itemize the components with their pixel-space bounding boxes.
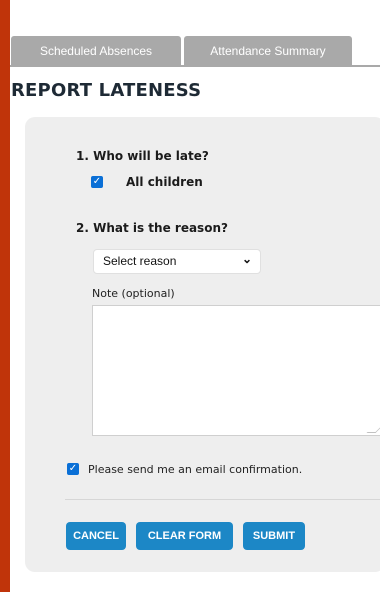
- email-confirmation-label: Please send me an email confirmation.: [88, 463, 303, 476]
- submit-button[interactable]: SUBMIT: [243, 522, 305, 550]
- tab-scheduled-absences[interactable]: Scheduled Absences: [11, 36, 181, 66]
- all-children-checkbox[interactable]: ✓: [91, 176, 103, 188]
- all-children-label: All children: [126, 175, 203, 189]
- lateness-form-card: 1. Who will be late? ✓ All children 2. W…: [25, 117, 380, 572]
- reason-select-value: Select reason: [103, 254, 177, 268]
- question-who-title: 1. Who will be late?: [76, 149, 209, 163]
- form-divider: [65, 499, 380, 500]
- resize-handle-icon[interactable]: [366, 424, 380, 433]
- tab-attendance-summary[interactable]: Attendance Summary: [184, 36, 352, 66]
- checkmark-icon: ✓: [68, 463, 78, 474]
- note-textarea[interactable]: [92, 305, 380, 436]
- email-confirmation-checkbox[interactable]: ✓: [67, 463, 79, 475]
- question-reason-title: 2. What is the reason?: [76, 221, 228, 235]
- note-label: Note (optional): [92, 287, 175, 300]
- cancel-button[interactable]: CANCEL: [66, 522, 126, 550]
- clear-form-button[interactable]: CLEAR FORM: [136, 522, 233, 550]
- chevron-down-icon: ⌄: [241, 252, 252, 266]
- checkmark-icon: ✓: [92, 176, 102, 187]
- tab-bar: Scheduled Absences Attendance Summary: [10, 36, 380, 66]
- report-lateness-panel: Scheduled Absences Attendance Summary RE…: [10, 0, 380, 592]
- reason-select[interactable]: Select reason ⌄: [93, 249, 261, 274]
- tab-underline: [10, 65, 380, 67]
- page-title: REPORT LATENESS: [11, 80, 202, 101]
